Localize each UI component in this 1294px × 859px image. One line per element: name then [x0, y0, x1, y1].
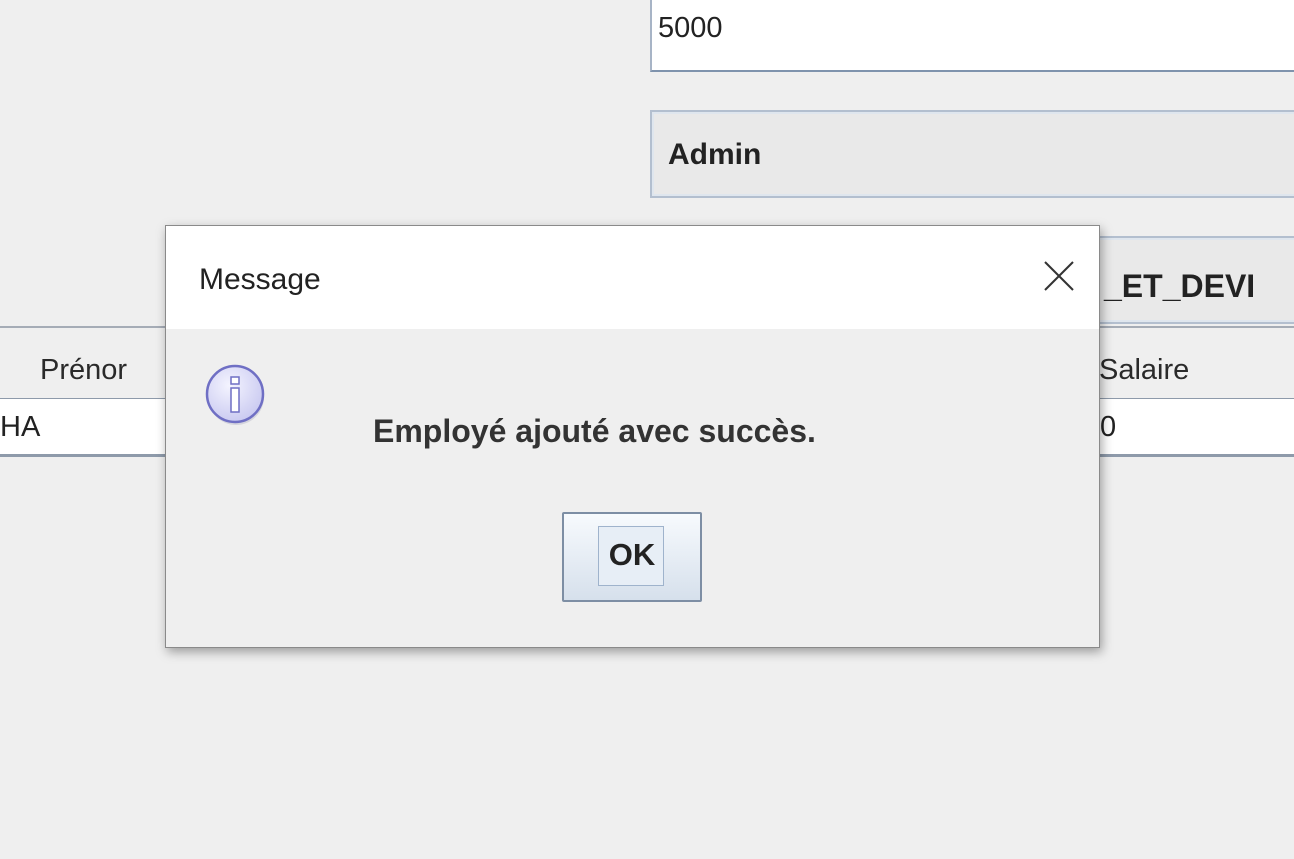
department-combobox-value: _ET_DEVI [1104, 268, 1256, 304]
column-header-prenom[interactable]: Prénor [40, 354, 127, 387]
dialog-title: Message [199, 263, 321, 296]
table-cell-prenom: HA [0, 411, 41, 443]
column-header-salaire[interactable]: Salaire [1099, 354, 1189, 387]
information-icon [205, 364, 265, 425]
department-combobox[interactable]: _ET_DEVI [1096, 236, 1294, 324]
salary-field-value: 5000 [658, 12, 723, 44]
role-combobox[interactable]: Admin [650, 110, 1294, 198]
ok-button-label: OK [608, 537, 656, 572]
close-icon [1044, 261, 1074, 291]
ok-button[interactable]: OK [562, 512, 702, 602]
message-dialog: Message Employé ajouté avec succès. OK [165, 225, 1100, 648]
dialog-title-bar[interactable]: Message [166, 226, 1099, 329]
dialog-message: Employé ajouté avec succès. [373, 413, 816, 449]
role-combobox-value: Admin [668, 138, 762, 171]
close-button[interactable] [1039, 256, 1079, 296]
salary-field[interactable]: 5000 [650, 0, 1294, 72]
table-cell-salaire: 0 [1100, 411, 1117, 443]
